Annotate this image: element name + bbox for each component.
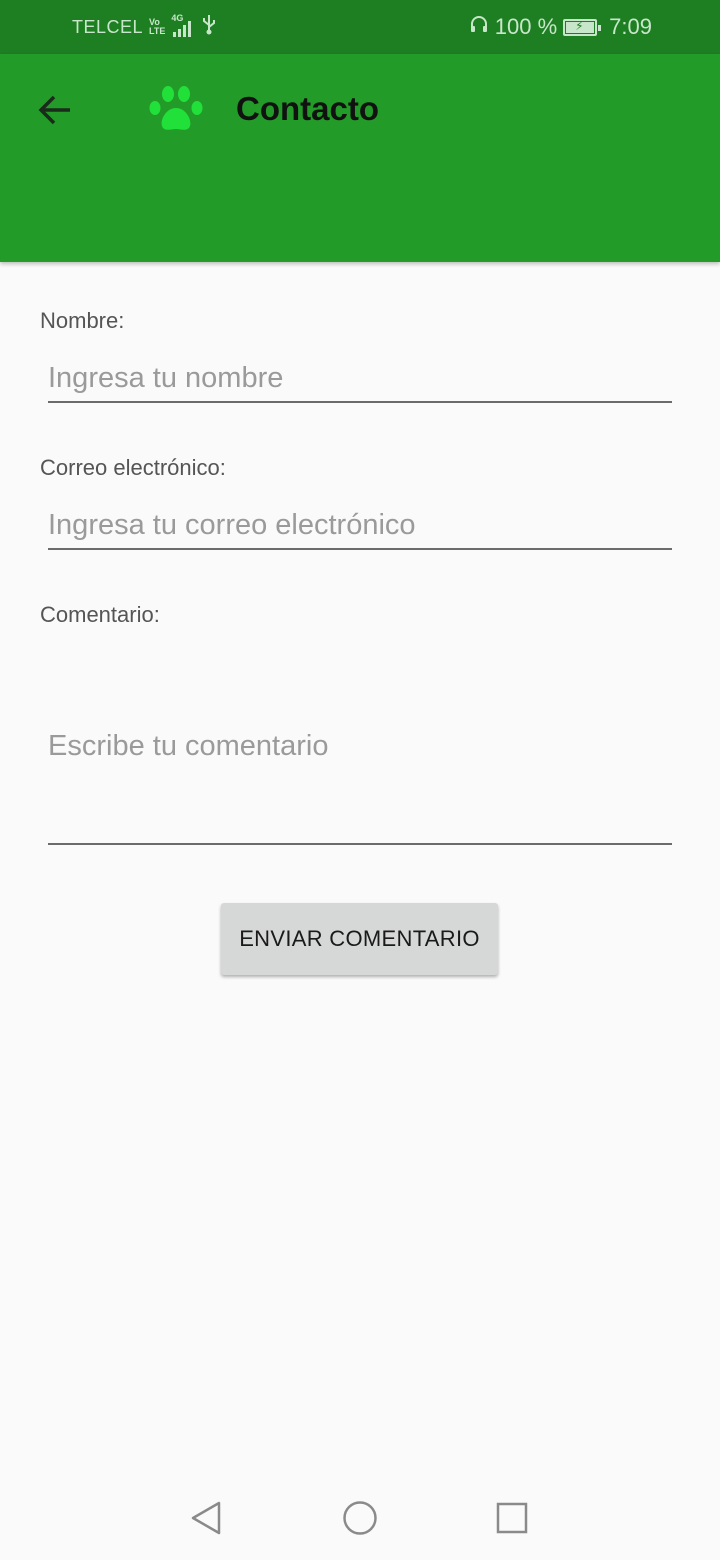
volte-indicator: Vo LTE [149,18,165,36]
battery-percent: 100 % [494,14,558,39]
system-nav-bar [0,1476,720,1560]
page-title: Contacto [236,90,379,127]
arrow-left-icon [38,95,70,125]
back-button[interactable] [28,82,84,138]
name-label: Nombre: [40,308,125,333]
usb-icon [201,13,217,41]
paw-icon [149,86,203,130]
app-bar: Contacto [0,54,720,262]
send-comment-button[interactable]: ENVIAR COMENTARIO [221,903,498,975]
carrier-name: TELCEL [72,16,144,37]
status-right: 100 % ⚡ 7:09 [469,0,652,54]
signal-icon: 4G [171,13,195,37]
contact-screen: TELCEL Vo LTE 4G 100 % ⚡ 7:09 Contacto N… [0,0,720,1560]
network-type: 4G [171,13,184,23]
nav-back-button[interactable] [186,1498,226,1538]
email-label: Correo electrónico: [40,455,226,480]
square-recents-icon [496,1502,528,1534]
email-input[interactable] [48,503,672,550]
clock: 7:09 [609,14,652,39]
comment-textarea[interactable] [48,700,672,845]
nav-recents-button[interactable] [492,1498,532,1538]
circle-home-icon [343,1501,377,1535]
status-bar: TELCEL Vo LTE 4G 100 % ⚡ 7:09 [0,0,720,54]
triangle-back-icon [191,1501,221,1535]
nav-home-button[interactable] [340,1498,380,1538]
comment-label: Comentario: [40,602,160,627]
volte-bottom: LTE [149,26,166,36]
name-input[interactable] [48,356,672,403]
battery-icon: ⚡ [563,18,602,36]
headphones-icon [469,14,489,40]
status-left: TELCEL Vo LTE 4G [72,0,217,54]
